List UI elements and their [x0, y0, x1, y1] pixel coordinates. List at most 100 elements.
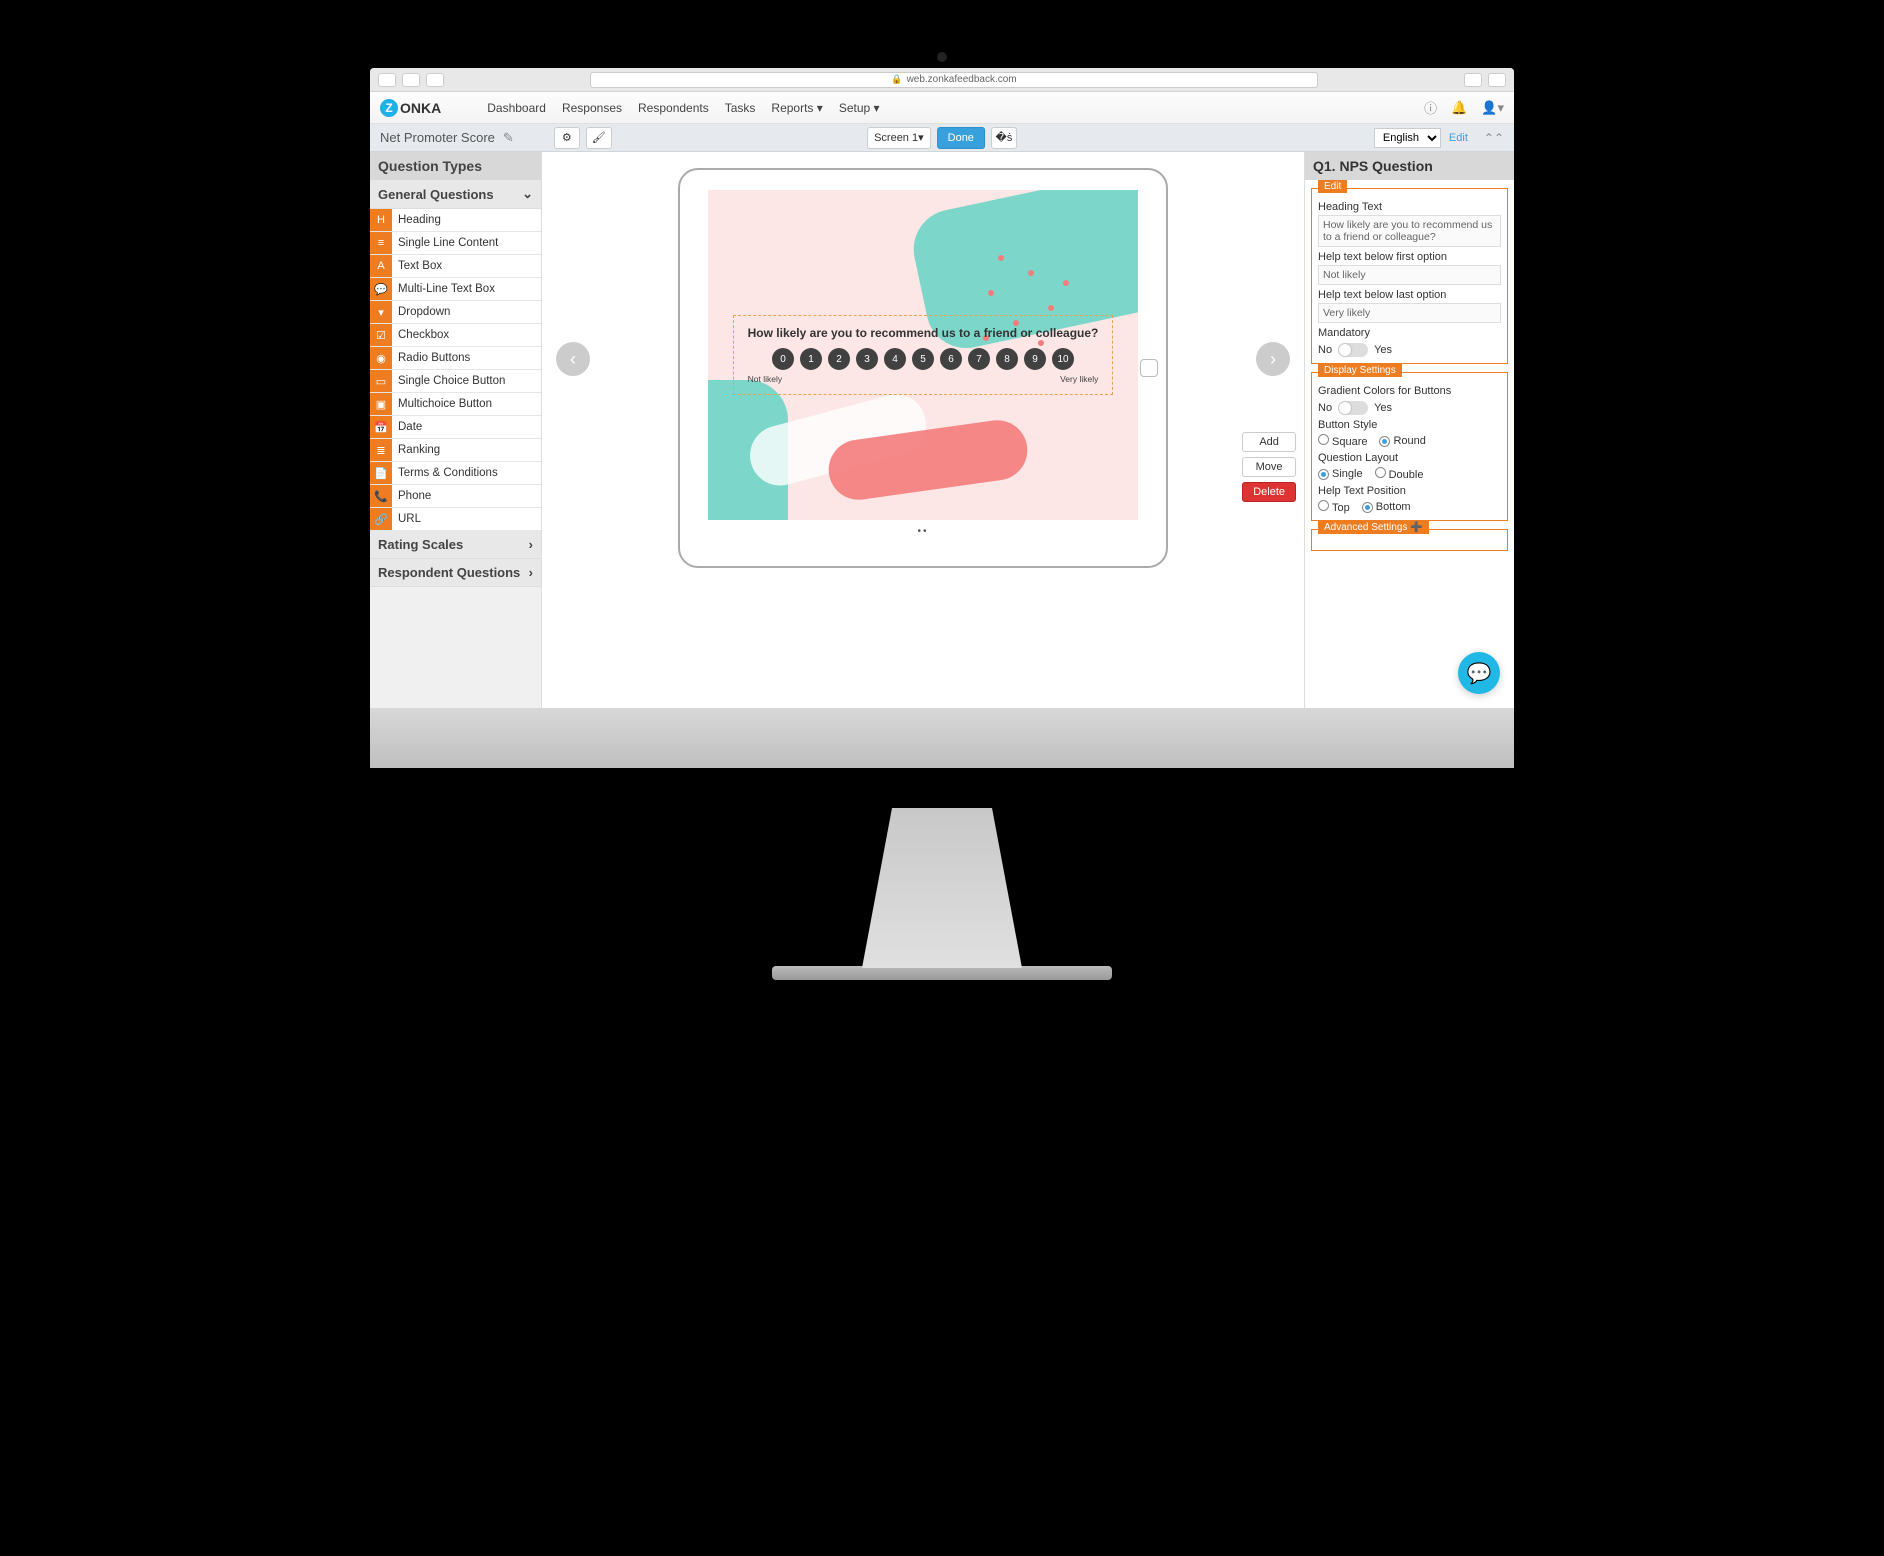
- screen-select[interactable]: Screen 1 ▾: [867, 127, 931, 149]
- nav-dashboard[interactable]: Dashboard: [487, 101, 546, 115]
- new-tab-button[interactable]: [1488, 73, 1506, 87]
- section-rating[interactable]: Rating Scales›: [370, 531, 541, 559]
- heading-text-input[interactable]: How likely are you to recommend us to a …: [1318, 215, 1501, 247]
- logo-badge: Z: [380, 99, 398, 117]
- back-button[interactable]: [378, 73, 396, 87]
- logo-text: ONKA: [400, 100, 441, 116]
- browser-window: 🔒web.zonkafeedback.com Z ONKA Dashboard …: [370, 68, 1514, 708]
- next-screen-button[interactable]: ›: [1256, 342, 1290, 376]
- question-type-item[interactable]: 💬Multi-Line Text Box: [370, 278, 541, 301]
- question-type-item[interactable]: ◉Radio Buttons: [370, 347, 541, 370]
- forward-button[interactable]: [402, 73, 420, 87]
- help-first-input[interactable]: Not likely: [1318, 265, 1501, 285]
- help-icon[interactable]: ⓘ: [1424, 98, 1437, 117]
- question-type-item[interactable]: ≡Single Line Content: [370, 232, 541, 255]
- general-question-list: HHeading≡Single Line ContentAText Box💬Mu…: [370, 209, 541, 531]
- question-type-label: Multichoice Button: [392, 398, 492, 410]
- question-type-label: Text Box: [392, 260, 442, 272]
- radio-double[interactable]: Double: [1375, 467, 1424, 481]
- question-type-item[interactable]: 📄Terms & Conditions: [370, 462, 541, 485]
- question-type-icon: ▣: [370, 393, 392, 415]
- help-pos-label: Help Text Position: [1318, 485, 1501, 497]
- nav-reports[interactable]: Reports ▾: [771, 101, 822, 115]
- question-type-item[interactable]: ☑Checkbox: [370, 324, 541, 347]
- nps-score-0[interactable]: 0: [772, 348, 794, 370]
- move-button[interactable]: Move: [1242, 457, 1296, 477]
- help-last-input[interactable]: Very likely: [1318, 303, 1501, 323]
- nps-question-block[interactable]: How likely are you to recommend us to a …: [733, 315, 1114, 395]
- prev-screen-button[interactable]: ‹: [556, 342, 590, 376]
- nps-score-7[interactable]: 7: [968, 348, 990, 370]
- right-panel: Q1. NPS Question Edit Heading Text How l…: [1304, 152, 1514, 708]
- nps-score-9[interactable]: 9: [1024, 348, 1046, 370]
- edit-name-icon[interactable]: ✎: [503, 130, 514, 146]
- add-button[interactable]: Add: [1242, 432, 1296, 452]
- nav-responses[interactable]: Responses: [562, 101, 622, 115]
- question-type-label: Dropdown: [392, 306, 450, 318]
- question-type-item[interactable]: 🔗URL: [370, 508, 541, 531]
- nav-respondents[interactable]: Respondents: [638, 101, 709, 115]
- tablet-home-button: [1140, 359, 1158, 377]
- nps-score-10[interactable]: 10: [1052, 348, 1074, 370]
- radio-top[interactable]: Top: [1318, 500, 1350, 514]
- nps-scale: 0123456789 10: [748, 348, 1099, 370]
- nps-score-3[interactable]: 3: [856, 348, 878, 370]
- chevron-down-icon: ▾: [874, 101, 880, 115]
- radio-square[interactable]: Square: [1318, 434, 1367, 448]
- question-types-title: Question Types: [370, 152, 541, 180]
- section-respondent[interactable]: Respondent Questions›: [370, 559, 541, 587]
- delete-button[interactable]: Delete: [1242, 482, 1296, 502]
- chevron-down-icon: ⌄: [522, 186, 533, 202]
- question-type-item[interactable]: ≣Ranking: [370, 439, 541, 462]
- chat-widget[interactable]: 💬: [1458, 652, 1500, 694]
- nps-question-text: How likely are you to recommend us to a …: [748, 326, 1099, 340]
- question-type-item[interactable]: ▣Multichoice Button: [370, 393, 541, 416]
- question-type-item[interactable]: ▾Dropdown: [370, 301, 541, 324]
- question-type-item[interactable]: HHeading: [370, 209, 541, 232]
- section-general[interactable]: General Questions⌄: [370, 180, 541, 209]
- share-survey-button[interactable]: �ṡ: [991, 127, 1017, 149]
- gradient-toggle[interactable]: [1338, 401, 1368, 415]
- question-type-item[interactable]: AText Box: [370, 255, 541, 278]
- mandatory-label: Mandatory: [1318, 327, 1501, 339]
- nps-score-8[interactable]: 8: [996, 348, 1018, 370]
- logo[interactable]: Z ONKA: [380, 99, 441, 117]
- nps-score-4[interactable]: 4: [884, 348, 906, 370]
- nps-score-2[interactable]: 2: [828, 348, 850, 370]
- advanced-section[interactable]: Advanced Settings ➕: [1311, 529, 1508, 551]
- survey-name: Net Promoter Score: [380, 130, 495, 145]
- question-type-label: Terms & Conditions: [392, 467, 498, 479]
- nav-tasks[interactable]: Tasks: [725, 101, 756, 115]
- nps-score-1[interactable]: 1: [800, 348, 822, 370]
- monitor-stand: [842, 808, 1042, 968]
- nps-score-6[interactable]: 6: [940, 348, 962, 370]
- question-type-icon: A: [370, 255, 392, 277]
- question-type-icon: ≣: [370, 439, 392, 461]
- advanced-legend: Advanced Settings ➕: [1318, 521, 1429, 534]
- mandatory-toggle[interactable]: [1338, 343, 1368, 357]
- language-select[interactable]: English: [1374, 128, 1441, 148]
- user-menu-icon[interactable]: 👤▾: [1481, 100, 1504, 116]
- settings-button[interactable]: ⚙: [554, 127, 580, 149]
- question-type-icon: 💬: [370, 278, 392, 300]
- radio-bottom[interactable]: Bottom: [1362, 501, 1411, 513]
- question-type-item[interactable]: 📞Phone: [370, 485, 541, 508]
- radio-round[interactable]: Round: [1379, 435, 1425, 447]
- theme-button[interactable]: 🖌: [586, 127, 612, 149]
- bell-icon[interactable]: 🔔: [1451, 100, 1467, 116]
- question-type-item[interactable]: 📅Date: [370, 416, 541, 439]
- edit-lang-link[interactable]: Edit: [1449, 132, 1468, 144]
- collapse-icon[interactable]: ⌃⌃: [1484, 131, 1504, 145]
- question-type-icon: ▾: [370, 301, 392, 323]
- url-text: web.zonkafeedback.com: [907, 74, 1017, 85]
- tabs-button[interactable]: [426, 73, 444, 87]
- address-bar[interactable]: 🔒web.zonkafeedback.com: [590, 72, 1318, 88]
- radio-single[interactable]: Single: [1318, 468, 1363, 480]
- question-type-label: Phone: [392, 490, 431, 502]
- nav-setup[interactable]: Setup ▾: [839, 101, 880, 115]
- question-type-item[interactable]: ▭Single Choice Button: [370, 370, 541, 393]
- chevron-right-icon: ›: [529, 537, 533, 552]
- share-button[interactable]: [1464, 73, 1482, 87]
- done-button[interactable]: Done: [937, 127, 985, 149]
- nps-score-5[interactable]: 5: [912, 348, 934, 370]
